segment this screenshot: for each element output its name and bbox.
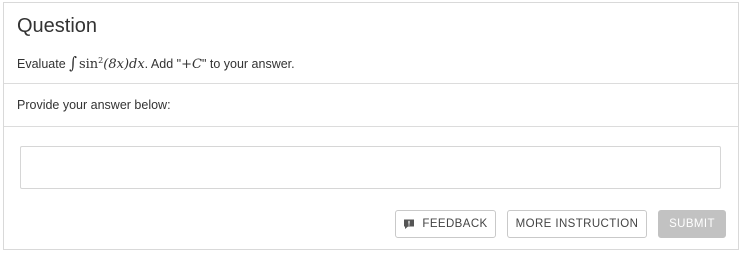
answer-prompt-row: Provide your answer below:	[4, 84, 738, 127]
question-title: Question	[17, 15, 98, 37]
question-middle: . Add "	[144, 57, 182, 71]
question-panel: Question Evaluate ∫ sin2(8x)dx. Add "+C" …	[3, 2, 739, 250]
feedback-label: FEEDBACK	[422, 218, 488, 230]
question-header: Question Evaluate ∫ sin2(8x)dx. Add "+C" …	[4, 3, 738, 84]
question-suffix: " to your answer.	[201, 57, 295, 71]
math-plus-c: +C	[181, 57, 202, 72]
submit-label: SUBMIT	[669, 218, 715, 230]
question-text: Evaluate ∫ sin2(8x)dx. Add "+C" to your a…	[17, 53, 295, 73]
more-instruction-label: MORE INSTRUCTION	[515, 218, 639, 230]
math-arg: (8x)dx	[103, 57, 145, 72]
answer-prompt: Provide your answer below:	[17, 98, 171, 112]
feedback-button[interactable]: FEEDBACK	[395, 210, 496, 238]
answer-input[interactable]	[20, 146, 721, 189]
submit-button[interactable]: SUBMIT	[658, 210, 726, 238]
math-func: sin	[78, 57, 99, 72]
integral-symbol: ∫	[69, 53, 77, 73]
answer-area: FEEDBACK MORE INSTRUCTION SUBMIT	[4, 127, 738, 249]
more-instruction-button[interactable]: MORE INSTRUCTION	[507, 210, 647, 238]
math-expression: ∫ sin2(8x)dx	[69, 53, 145, 73]
question-prefix: Evaluate	[17, 57, 66, 71]
comment-alert-icon	[404, 219, 415, 229]
